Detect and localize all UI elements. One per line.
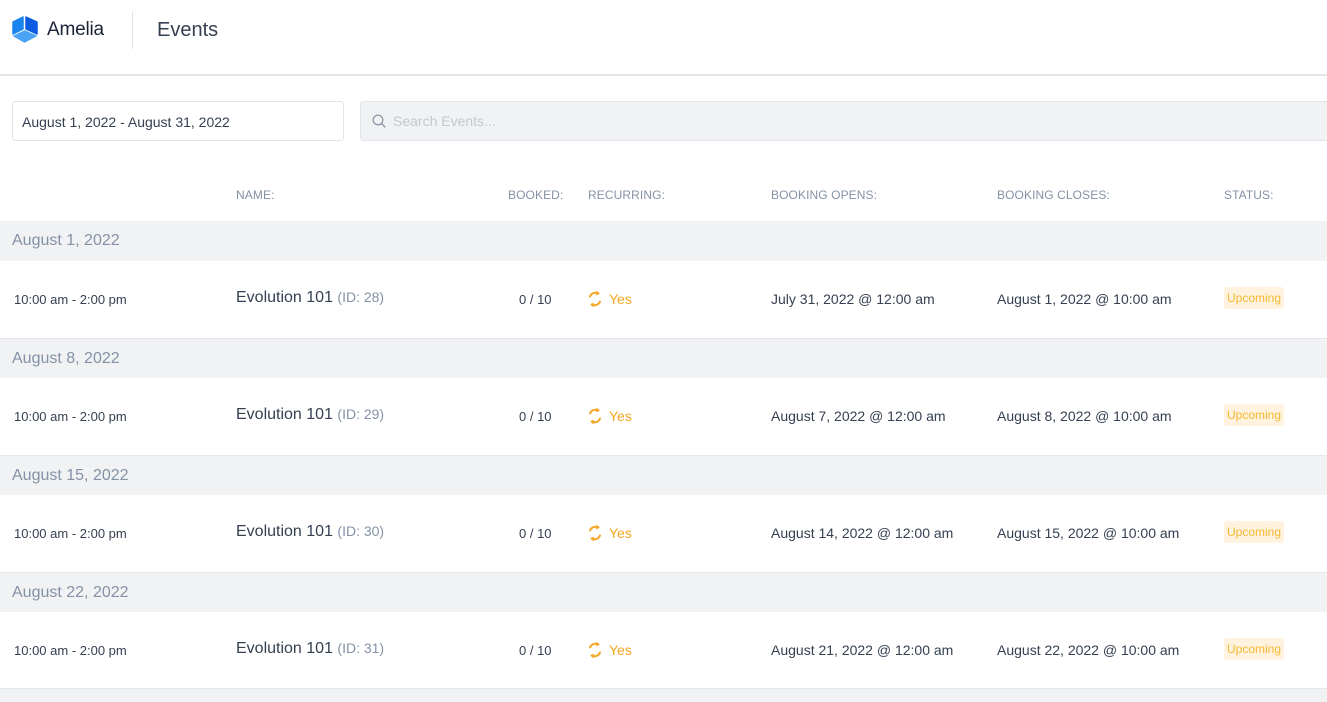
- event-recurring: Yes: [587, 290, 632, 308]
- recurring-value: Yes: [609, 408, 632, 424]
- day-group-header: August 8, 2022: [0, 338, 1327, 378]
- event-name: Evolution 101 (ID: 30): [236, 523, 384, 541]
- amelia-logo-icon: [12, 16, 38, 43]
- column-header-recurring: RECURRING:: [588, 188, 666, 202]
- event-id: (ID: 30): [337, 523, 385, 539]
- day-group-header: August 15, 2022: [0, 455, 1327, 495]
- event-name: Evolution 101 (ID: 29): [236, 406, 384, 424]
- event-recurring: Yes: [587, 407, 632, 425]
- event-time: 10:00 am - 2:00 pm: [14, 526, 127, 541]
- column-header-booking-opens: BOOKING OPENS:: [771, 188, 878, 202]
- booking-opens: August 21, 2022 @ 12:00 am: [771, 642, 954, 658]
- event-row[interactable]: 10:00 am - 2:00 pm Evolution 101 (ID: 29…: [0, 378, 1327, 455]
- column-header-name: NAME:: [236, 188, 275, 202]
- recurring-value: Yes: [609, 642, 632, 658]
- event-recurring: Yes: [587, 524, 632, 542]
- search-input[interactable]: [393, 102, 1293, 140]
- refresh-icon: [589, 641, 601, 659]
- day-group-date: August 15, 2022: [12, 467, 129, 484]
- event-title: Evolution 101: [236, 406, 333, 423]
- event-time: 10:00 am - 2:00 pm: [14, 292, 127, 307]
- day-group-date: August 1, 2022: [12, 232, 120, 249]
- day-group-date: August 8, 2022: [12, 350, 120, 367]
- booking-closes: August 22, 2022 @ 10:00 am: [997, 642, 1180, 658]
- page-title: Events: [157, 19, 219, 41]
- booking-opens: August 7, 2022 @ 12:00 am: [771, 408, 946, 424]
- date-range-picker[interactable]: August 1, 2022 - August 31, 2022: [12, 101, 344, 141]
- search-field[interactable]: [360, 101, 1327, 141]
- event-id: (ID: 29): [337, 406, 385, 422]
- booking-closes: August 15, 2022 @ 10:00 am: [997, 525, 1180, 541]
- event-booked: 0 / 10: [519, 409, 552, 424]
- day-group-date: August 22, 2022: [12, 584, 129, 601]
- event-row[interactable]: 10:00 am - 2:00 pm Evolution 101 (ID: 28…: [0, 261, 1327, 338]
- status-badge: Upcoming: [1224, 287, 1285, 309]
- next-day-group-header: [0, 688, 1327, 702]
- event-time: 10:00 am - 2:00 pm: [14, 643, 127, 658]
- recurring-value: Yes: [609, 525, 632, 541]
- status-badge: Upcoming: [1224, 521, 1285, 543]
- event-title: Evolution 101: [236, 523, 333, 540]
- brand-name: Amelia: [47, 19, 104, 40]
- event-row[interactable]: 10:00 am - 2:00 pm Evolution 101 (ID: 31…: [0, 612, 1327, 689]
- event-recurring: Yes: [587, 641, 632, 659]
- event-name: Evolution 101 (ID: 28): [236, 289, 384, 307]
- status-badge: Upcoming: [1224, 404, 1285, 426]
- event-id: (ID: 28): [337, 289, 385, 305]
- search-icon: [372, 114, 386, 128]
- event-time: 10:00 am - 2:00 pm: [14, 409, 127, 424]
- event-row[interactable]: 10:00 am - 2:00 pm Evolution 101 (ID: 30…: [0, 495, 1327, 572]
- column-header-booking-closes: BOOKING CLOSES:: [997, 188, 1110, 202]
- booking-opens: August 14, 2022 @ 12:00 am: [771, 525, 954, 541]
- event-booked: 0 / 10: [519, 643, 552, 658]
- refresh-icon: [589, 407, 601, 425]
- event-title: Evolution 101: [236, 640, 333, 657]
- top-bar: Amelia Events: [0, 0, 1327, 76]
- booking-closes: August 8, 2022 @ 10:00 am: [997, 408, 1172, 424]
- recurring-value: Yes: [609, 291, 632, 307]
- event-id: (ID: 31): [337, 640, 385, 656]
- refresh-icon: [589, 524, 601, 542]
- event-name: Evolution 101 (ID: 31): [236, 640, 384, 658]
- column-header-status: STATUS:: [1224, 188, 1274, 202]
- event-booked: 0 / 10: [519, 292, 552, 307]
- column-header-booked: BOOKED:: [508, 188, 564, 202]
- event-booked: 0 / 10: [519, 526, 552, 541]
- booking-closes: August 1, 2022 @ 10:00 am: [997, 291, 1172, 307]
- day-group-header: August 1, 2022: [0, 221, 1327, 261]
- event-title: Evolution 101: [236, 289, 333, 306]
- day-group-header: August 22, 2022: [0, 572, 1327, 612]
- refresh-icon: [589, 290, 601, 308]
- header-divider: [132, 11, 133, 49]
- status-badge: Upcoming: [1224, 638, 1285, 660]
- booking-opens: July 31, 2022 @ 12:00 am: [771, 291, 935, 307]
